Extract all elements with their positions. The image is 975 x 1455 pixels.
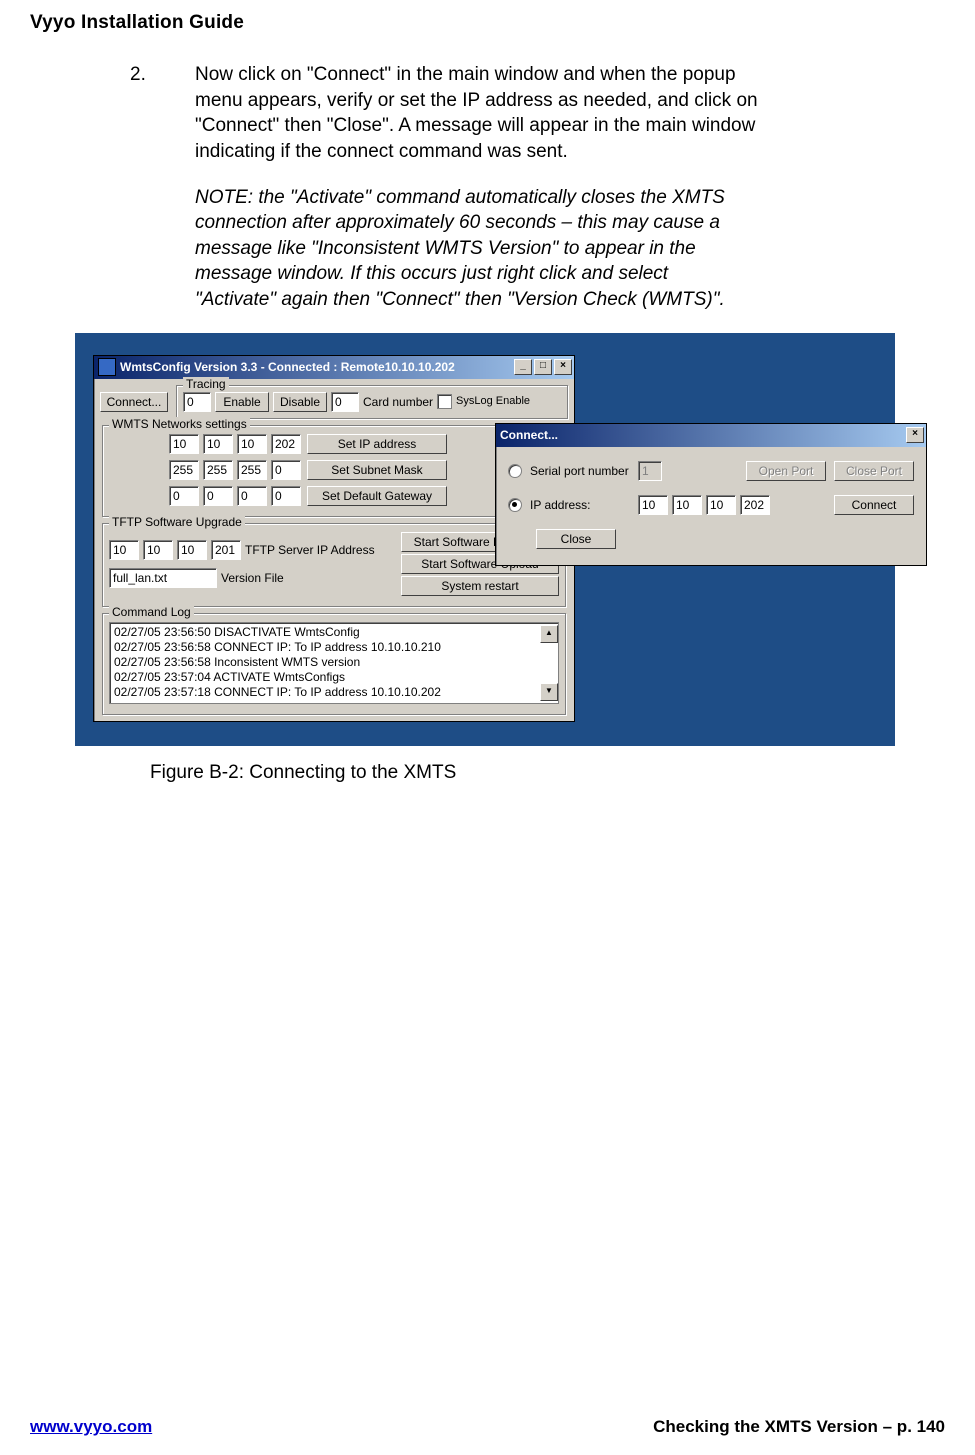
log-line: 02/27/05 23:57:18 CONNECT IP: To IP addr… [114,685,554,700]
gw-octet-3[interactable] [237,486,267,506]
set-ip-button[interactable]: Set IP address [307,434,447,454]
step-number: 2. [130,62,195,165]
dlg-ip-4[interactable] [740,495,770,515]
figure-b2: WmtsConfig Version 3.3 - Connected : Rem… [75,333,945,784]
serial-radio[interactable] [508,464,522,478]
tftp-ip-3[interactable] [177,540,207,560]
close-icon[interactable]: × [554,359,572,375]
version-file-label: Version File [221,571,284,585]
tracing-field-2[interactable] [331,392,359,412]
tracing-group-label: Tracing [183,377,229,391]
log-line: 02/27/05 23:56:58 Inconsistent WMTS vers… [114,655,554,670]
ip-octet-1[interactable] [169,434,199,454]
dlg-ip-3[interactable] [706,495,736,515]
ip-octet-3[interactable] [237,434,267,454]
tracing-field-1[interactable] [183,392,211,412]
scroll-up-icon[interactable]: ▲ [540,625,558,643]
ip-label: IP address: [530,498,630,512]
footer-url[interactable]: www.vyyo.com [30,1417,152,1437]
mask-octet-4[interactable] [271,460,301,480]
tftp-ip-1[interactable] [109,540,139,560]
networks-group-label: WMTS Networks settings [109,417,250,431]
close-button[interactable]: Close [536,529,616,549]
mask-octet-1[interactable] [169,460,199,480]
step-text: Now click on "Connect" in the main windo… [195,62,770,165]
version-file-field[interactable] [109,568,217,588]
figure-caption: Figure B-2: Connecting to the XMTS [150,762,945,784]
connect-dialog-connect-button[interactable]: Connect [834,495,914,515]
maximize-icon[interactable]: □ [534,359,552,375]
scroll-down-icon[interactable]: ▼ [540,683,558,701]
serial-label: Serial port number [530,464,630,478]
disable-button[interactable]: Disable [273,392,327,412]
dlg-ip-2[interactable] [672,495,702,515]
step-2: 2. Now click on "Connect" in the main wi… [130,62,770,165]
connect-title: Connect... [500,428,906,442]
log-line: 02/27/05 23:56:50 DISACTIVATE WmtsConfig [114,625,554,640]
document-title: Vyyo Installation Guide [30,12,945,34]
mask-octet-2[interactable] [203,460,233,480]
ip-octet-2[interactable] [203,434,233,454]
set-subnet-button[interactable]: Set Subnet Mask [307,460,447,480]
titlebar[interactable]: WmtsConfig Version 3.3 - Connected : Rem… [94,356,574,379]
dlg-ip-1[interactable] [638,495,668,515]
card-number-label: Card number [363,395,433,409]
ip-octet-4[interactable] [271,434,301,454]
desktop-background: WmtsConfig Version 3.3 - Connected : Rem… [75,333,895,746]
syslog-label: SysLog Enable [456,396,530,407]
command-log[interactable]: 02/27/05 23:56:50 DISACTIVATE WmtsConfig… [109,622,559,704]
log-line: 02/27/05 23:57:04 ACTIVATE WmtsConfigs [114,670,554,685]
gw-octet-4[interactable] [271,486,301,506]
app-icon [98,358,116,376]
ip-radio[interactable] [508,498,522,512]
minimize-icon[interactable]: _ [514,359,532,375]
scrollbar[interactable]: ▲ ▼ [540,625,556,701]
set-gateway-button[interactable]: Set Default Gateway [307,486,447,506]
enable-button[interactable]: Enable [215,392,269,412]
connect-dialog: Connect... × Serial port number Open Por… [495,423,927,566]
open-port-button: Open Port [746,461,826,481]
gw-octet-2[interactable] [203,486,233,506]
note-text: NOTE: the "Activate" command automatical… [195,185,725,313]
command-log-label: Command Log [109,605,194,619]
mask-octet-3[interactable] [237,460,267,480]
log-line: 02/27/05 23:56:58 CONNECT IP: To IP addr… [114,640,554,655]
tftp-ip-4[interactable] [211,540,241,560]
card-number-checkbox[interactable] [437,394,452,409]
connect-titlebar[interactable]: Connect... × [496,424,926,447]
connect-button[interactable]: Connect... [100,392,168,412]
tftp-group-label: TFTP Software Upgrade [109,515,245,529]
system-restart-button[interactable]: System restart [401,576,559,596]
tftp-ip-2[interactable] [143,540,173,560]
serial-port-field [638,461,662,481]
footer-right: Checking the XMTS Version – p. 140 [653,1417,945,1437]
gw-octet-1[interactable] [169,486,199,506]
window-title: WmtsConfig Version 3.3 - Connected : Rem… [120,360,514,374]
close-port-button: Close Port [834,461,914,481]
tftp-server-label: TFTP Server IP Address [245,543,375,557]
close-icon[interactable]: × [906,427,924,443]
